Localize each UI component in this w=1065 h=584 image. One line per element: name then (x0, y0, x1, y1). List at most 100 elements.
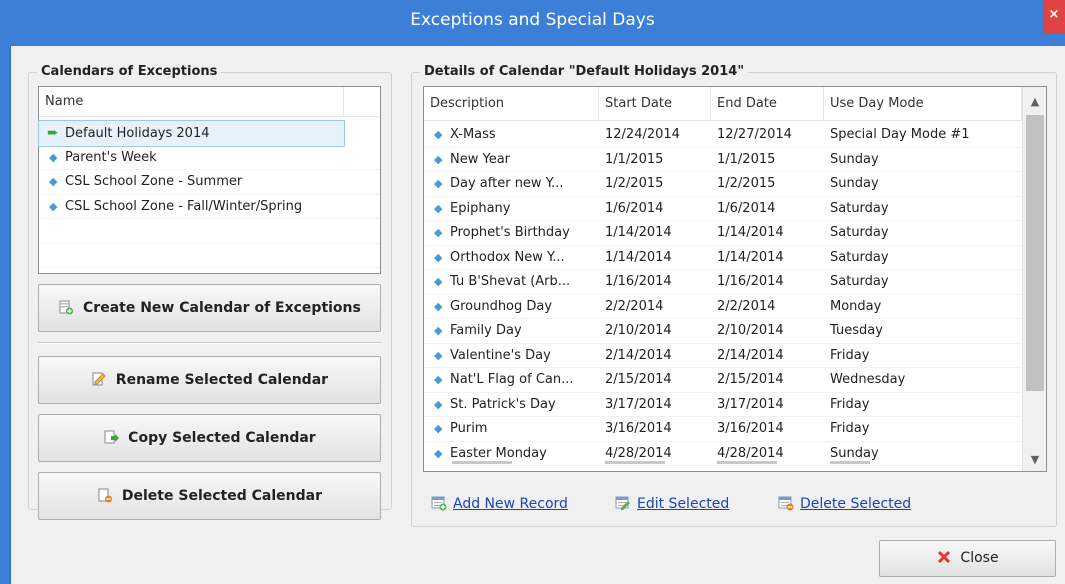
cell-text: 3/16/2014 (717, 421, 784, 436)
cell-description: ◆ Family Day (424, 319, 599, 343)
cell-use-day-mode: Friday (824, 393, 1022, 417)
diamond-bullet-icon: ◆ (434, 226, 443, 239)
calendar-list-item[interactable]: ◆ Parent's Week (39, 146, 380, 170)
pencil-icon (91, 360, 107, 386)
scrollbar-thumb[interactable] (1026, 115, 1044, 391)
scroll-down-icon[interactable]: ▼ (1023, 453, 1047, 469)
copy-calendar-label: Copy Selected Calendar (128, 430, 316, 446)
cell-text: 1/1/2015 (717, 151, 776, 167)
details-table-header: Description Start Date End Date Use Day … (424, 87, 1046, 121)
calendar-list-item[interactable]: ◆ CSL School Zone - Summer (39, 170, 380, 195)
edit-selected-label: Edit Selected (637, 496, 730, 512)
cell-text: Friday (830, 347, 870, 363)
title-bar: Exceptions and Special Days × (0, 0, 1065, 46)
cell-text: 2/2/2014 (717, 298, 776, 314)
calendars-group-title: Calendars of Exceptions (37, 64, 222, 79)
cell-text: 2/15/2014 (717, 372, 784, 387)
cell-text: 3/17/2014 (605, 396, 672, 412)
table-row[interactable]: ◆ Family Day 2/10/2014 2/10/2014 Tuesday (424, 319, 1022, 344)
partial-row-cutoff (424, 461, 1022, 471)
cell-text: 2/15/2014 (605, 372, 672, 387)
details-group-title: Details of Calendar "Default Holidays 20… (420, 64, 749, 79)
cell-end-date: 12/27/2014 (711, 123, 824, 147)
cell-text: Groundhog Day (450, 298, 553, 314)
cell-description: ◆ St. Patrick's Day (424, 393, 599, 417)
cell-text: 1/2/2015 (717, 176, 776, 191)
cell-text: 2/10/2014 (605, 323, 672, 338)
table-row[interactable]: ◆ Prophet's Birthday 1/14/2014 1/14/2014 Sat… (424, 221, 1022, 246)
cell-description: ◆ Epiphany (424, 197, 599, 221)
cell-end-date: 2/2/2014 (711, 295, 824, 319)
details-scrollbar[interactable]: ▲ ▼ (1022, 87, 1046, 471)
calendar-list-item[interactable]: ➨ Default Holidays 2014 (38, 120, 345, 147)
table-row[interactable]: ◆ Nat'L Flag of Can... 2/15/2014 2/15/2014 W… (424, 368, 1022, 393)
delete-calendar-button[interactable]: Delete Selected Calendar (38, 472, 381, 520)
table-row[interactable]: ◆ New Year 1/1/2015 1/1/2015 Sunday (424, 148, 1022, 172)
cell-use-day-mode: Saturday (824, 246, 1022, 270)
diamond-bullet-icon: ◆ (434, 250, 443, 264)
cell-description: ◆ Nat'L Flag of Can... (424, 368, 599, 392)
cell-end-date: 2/10/2014 (711, 319, 824, 343)
cell-end-date: 1/2/2015 (711, 172, 824, 196)
cell-text: 3/16/2014 (605, 421, 672, 436)
diamond-bullet-icon: ◆ (49, 175, 58, 188)
table-row[interactable]: ◆ Groundhog Day 2/2/2014 2/2/2014 Monday (424, 295, 1022, 319)
table-row[interactable]: ◆ St. Patrick's Day 3/17/2014 3/17/2014 Frid… (424, 393, 1022, 417)
cell-start-date: 1/14/2014 (599, 246, 711, 270)
table-row[interactable]: ◆ X-Mass 12/24/2014 12/27/2014 Special Day M… (424, 123, 1022, 148)
add-new-record-link[interactable]: Add New Record (431, 494, 568, 514)
column-header-start-date[interactable]: Start Date (599, 87, 711, 121)
cell-use-day-mode: Sunday (824, 172, 1022, 196)
add-new-record-label: Add New Record (453, 496, 568, 512)
cell-text: Sunday (830, 151, 879, 167)
create-calendar-button[interactable]: Create New Calendar of Exceptions (38, 284, 381, 332)
cell-start-date: 2/2/2014 (599, 295, 711, 319)
column-header-name[interactable]: Name (39, 87, 344, 117)
cell-text: Saturday (830, 225, 889, 240)
button-separator (38, 342, 382, 344)
cell-text: Saturday (830, 200, 889, 216)
cell-end-date: 1/14/2014 (711, 246, 824, 270)
cell-use-day-mode: Sunday (824, 148, 1022, 172)
create-calendar-label: Create New Calendar of Exceptions (83, 300, 361, 316)
scroll-up-icon[interactable]: ▲ (1023, 95, 1047, 111)
cell-text: 12/24/2014 (605, 127, 680, 142)
cell-text: 2/10/2014 (717, 323, 784, 338)
details-table[interactable]: Description Start Date End Date Use Day … (423, 86, 1047, 472)
cell-start-date: 2/14/2014 (599, 344, 711, 368)
cell-start-date: 1/6/2014 (599, 197, 711, 221)
cell-start-date: 3/16/2014 (599, 417, 711, 441)
cell-text: Monday (830, 298, 882, 314)
calendars-list[interactable]: Name ➨ Default Holidays 2014 ◆ Parent's Wee… (38, 86, 381, 274)
window-close-button[interactable]: × (1043, 0, 1065, 34)
diamond-bullet-icon: ◆ (434, 152, 443, 166)
calendar-list-item[interactable]: ◆ CSL School Zone - Fall/Winter/Spring (39, 195, 380, 219)
cell-text: 3/17/2014 (717, 396, 784, 412)
window-title: Exceptions and Special Days (410, 10, 655, 30)
cell-text: 1/14/2014 (605, 249, 672, 265)
edit-selected-link[interactable]: Edit Selected (615, 494, 729, 514)
copy-calendar-button[interactable]: Copy Selected Calendar (38, 414, 381, 462)
delete-selected-link[interactable]: Delete Selected (778, 494, 911, 514)
table-row[interactable]: ◆ Orthodox New Y... 1/14/2014 1/14/2014 Satu… (424, 246, 1022, 270)
calendars-list-header: Name (39, 87, 380, 117)
table-row[interactable]: ◆ Epiphany 1/6/2014 1/6/2014 Saturday (424, 197, 1022, 221)
close-button[interactable]: Close (879, 540, 1056, 577)
table-row[interactable]: ◆ Tu B'Shevat (Arb... 1/16/2014 1/16/2014 Sa… (424, 270, 1022, 295)
dialog-body: Calendars of Exceptions Name ➨ Default Ho… (10, 46, 1065, 584)
table-row[interactable]: ◆ Day after new Y... 1/2/2015 1/2/2015 Sunda… (424, 172, 1022, 197)
table-row[interactable]: ◆ Purim 3/16/2014 3/16/2014 Friday (424, 417, 1022, 442)
close-icon (936, 544, 952, 564)
column-header-end-date[interactable]: End Date (711, 87, 824, 121)
column-header-use-day-mode[interactable]: Use Day Mode (824, 87, 1022, 121)
column-header-description[interactable]: Description (424, 87, 599, 121)
cell-text: 1/14/2014 (605, 225, 672, 240)
cell-text: 1/14/2014 (717, 225, 784, 240)
calendar-list-item-label: CSL School Zone - Summer (65, 174, 243, 189)
cell-text: 4/28/2014 (605, 445, 672, 461)
rename-calendar-button[interactable]: Rename Selected Calendar (38, 356, 381, 404)
cell-text: 4/28/2014 (717, 445, 784, 461)
cell-text: Saturday (830, 274, 889, 289)
table-row[interactable]: ◆ Valentine's Day 2/14/2014 2/14/2014 Friday (424, 344, 1022, 368)
cell-text: Sunday (830, 445, 879, 461)
